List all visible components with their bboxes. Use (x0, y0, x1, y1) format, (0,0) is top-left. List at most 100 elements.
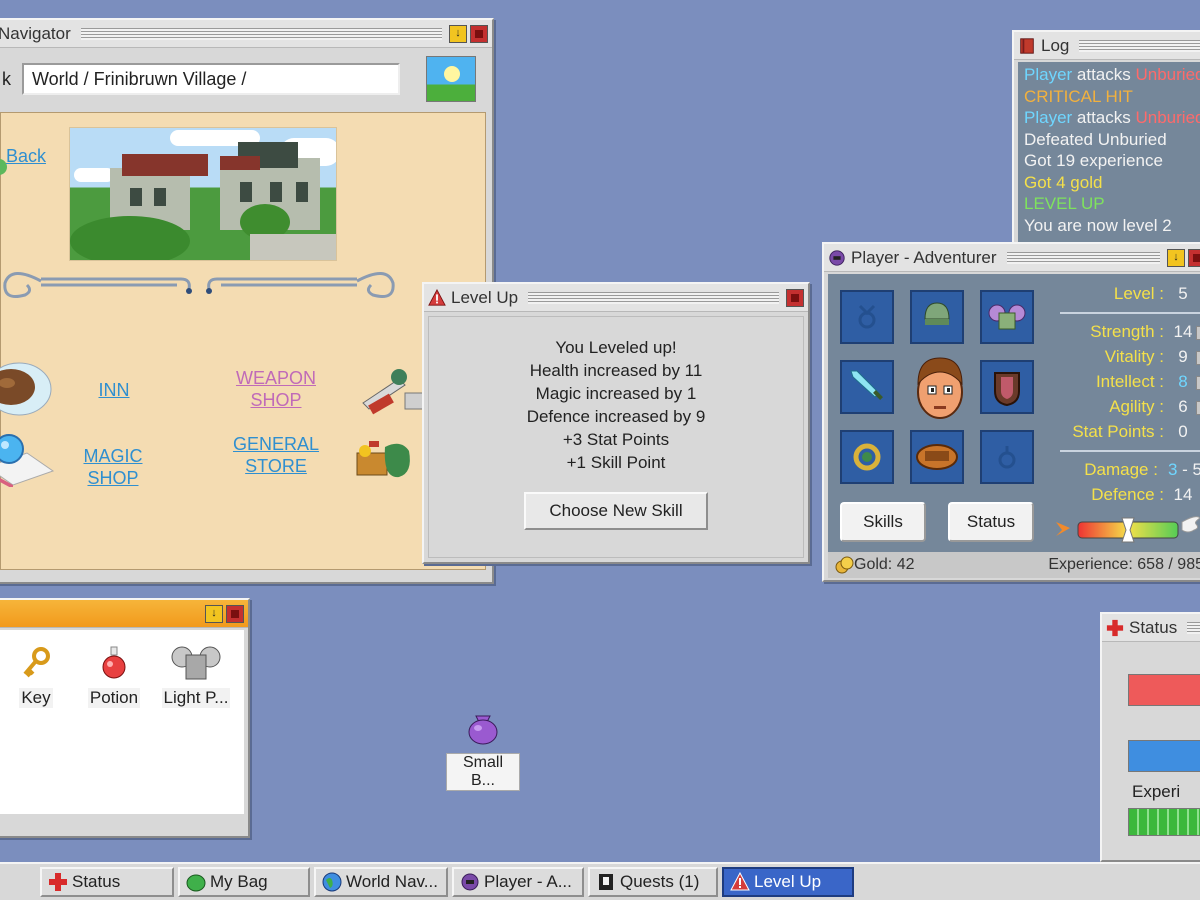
log-line: Defeated Unburied (1024, 129, 1167, 149)
player-face-icon (917, 357, 963, 419)
titlebar-grip (1187, 621, 1200, 634)
small-bag-icon (468, 715, 498, 745)
agility-row: Agility : 6 (1109, 397, 1188, 416)
player-titlebar[interactable]: Player - Adventurer ↓ (824, 244, 1200, 272)
alignment-meter (1056, 516, 1200, 543)
key-icon (23, 647, 50, 678)
add-intellect-button[interactable] (1196, 376, 1200, 390)
red-cross-icon (49, 873, 67, 891)
minimize-button[interactable]: ↓ (1167, 248, 1185, 267)
titlebar-grip (80, 27, 442, 40)
experience-bar (1128, 808, 1200, 836)
address-field[interactable]: World / Frinibruwn Village / (22, 63, 400, 95)
helmet-icon (924, 302, 950, 325)
task-world-navigator[interactable]: World Nav... (314, 867, 448, 897)
level-row: Level : 5 (1113, 284, 1188, 303)
close-button[interactable] (1188, 248, 1200, 267)
status-title: Status (1129, 617, 1184, 638)
small-bag-label: Small B... (446, 753, 520, 791)
minimize-button[interactable]: ↓ (205, 604, 223, 623)
equip-slot-amulet[interactable] (840, 290, 894, 344)
level-up-title: Level Up (451, 287, 525, 308)
weapon-shop-icon[interactable] (359, 363, 429, 421)
task-status[interactable]: Status (40, 867, 174, 897)
bag-scrollbar[interactable] (0, 816, 244, 832)
experience-amount: Experience: 658 / 985 (1048, 556, 1200, 573)
inn-link[interactable]: INN (95, 379, 133, 401)
player-helmet-icon (461, 873, 479, 891)
shield-icon (994, 372, 1020, 407)
light-plate-icon (171, 646, 221, 680)
ring-icon (853, 443, 881, 471)
magic-shop-icon[interactable] (0, 427, 59, 487)
log-messages[interactable]: Player attacks Unburied CRITICAL HIT Playe… (1018, 62, 1200, 242)
red-cross-icon (1106, 619, 1124, 636)
log-line: CRITICAL HIT (1024, 86, 1133, 106)
weapon-shop-link[interactable]: WEAPON SHOP (231, 367, 321, 411)
address-label: k (2, 68, 11, 89)
bag-contents: Key Potion Light P... (0, 630, 244, 814)
equip-slot-helmet[interactable] (910, 290, 964, 344)
status-button[interactable]: Status (948, 502, 1034, 542)
close-button[interactable] (786, 288, 804, 307)
skills-button[interactable]: Skills (840, 502, 926, 542)
equip-slot-weapon[interactable] (840, 360, 894, 414)
taskbar: Status My Bag World Nav... Player - A...… (0, 862, 1200, 900)
level-up-panel (428, 316, 804, 558)
back-link[interactable]: Back (1, 145, 51, 167)
level-up-dialog[interactable]: Level Up You Leveled up! Health increase… (422, 282, 810, 564)
add-strength-button[interactable] (1196, 326, 1200, 340)
player-title: Player - Adventurer (851, 247, 1003, 268)
status-titlebar[interactable]: Status (1102, 614, 1200, 642)
general-store-icon[interactable] (351, 433, 421, 485)
vitality-row: Vitality : 9 (1104, 347, 1188, 366)
character-portrait (912, 354, 968, 424)
add-agility-button[interactable] (1196, 401, 1200, 415)
warning-icon (730, 872, 750, 891)
bag-item-light-plate[interactable]: Light P... (158, 642, 234, 708)
log-window[interactable]: Log Player attacks Unburied CRITICAL HIT P… (1012, 30, 1200, 244)
bag-titlebar[interactable]: ↓ (0, 600, 248, 628)
equip-slot-armor[interactable] (980, 290, 1034, 344)
bag-item-potion[interactable]: Potion (76, 642, 152, 708)
equip-slot-accessory[interactable] (980, 430, 1034, 484)
village-image (69, 127, 337, 261)
world-map-button[interactable] (426, 56, 476, 102)
experience-label: Experi (1132, 782, 1181, 801)
log-line: LEVEL UP (1024, 194, 1105, 213)
task-level-up[interactable]: Level Up (722, 867, 854, 897)
quest-book-icon (599, 874, 613, 890)
minimize-button[interactable]: ↓ (449, 24, 467, 43)
level-up-titlebar[interactable]: Level Up (424, 284, 808, 312)
task-quests[interactable]: Quests (1) (588, 867, 718, 897)
armor-icon (988, 304, 1026, 330)
defence-row: Defence : 14 (1091, 485, 1193, 504)
amulet-placeholder-icon (858, 304, 876, 329)
damage-row: Damage : 3 - 5 (1084, 460, 1200, 479)
desktop-small-bag[interactable]: Small B... (446, 710, 520, 791)
bag-item-key[interactable]: Key (0, 642, 74, 708)
log-titlebar[interactable]: Log (1014, 32, 1200, 60)
player-window[interactable]: Player - Adventurer ↓ Level: 5 Strength… (822, 242, 1200, 582)
close-button[interactable] (470, 24, 488, 43)
task-my-bag[interactable]: My Bag (178, 867, 310, 897)
inn-icon[interactable] (0, 359, 59, 417)
navigator-titlebar[interactable]: Navigator ↓ (0, 20, 492, 48)
bag-window[interactable]: ↓ Key Potion Light P... (0, 598, 250, 838)
equip-slot-shield[interactable] (980, 360, 1034, 414)
magic-shop-link[interactable]: MAGIC SHOP (57, 445, 169, 489)
log-line: You are now level 2 (1024, 215, 1172, 235)
task-player[interactable]: Player - A... (452, 867, 584, 897)
gold-amount: Gold: 42 (854, 556, 915, 573)
log-line: Player attacks Unburied (1024, 108, 1200, 127)
magic-bar (1128, 740, 1200, 772)
equip-slot-boots[interactable] (910, 430, 964, 484)
close-button[interactable] (226, 604, 244, 623)
equip-slot-ring[interactable] (840, 430, 894, 484)
add-vitality-button[interactable] (1196, 351, 1200, 365)
status-window[interactable]: Status Experi (1100, 612, 1200, 862)
village-view: Back INN WEAPON SHOP MAGIC SHOP GENERAL … (0, 112, 486, 570)
general-store-link[interactable]: GENERAL STORE (231, 433, 321, 477)
log-line: Got 19 experience (1024, 151, 1163, 170)
navigator-window[interactable]: Navigator ↓ k World / Frinibruwn Village… (0, 18, 494, 584)
